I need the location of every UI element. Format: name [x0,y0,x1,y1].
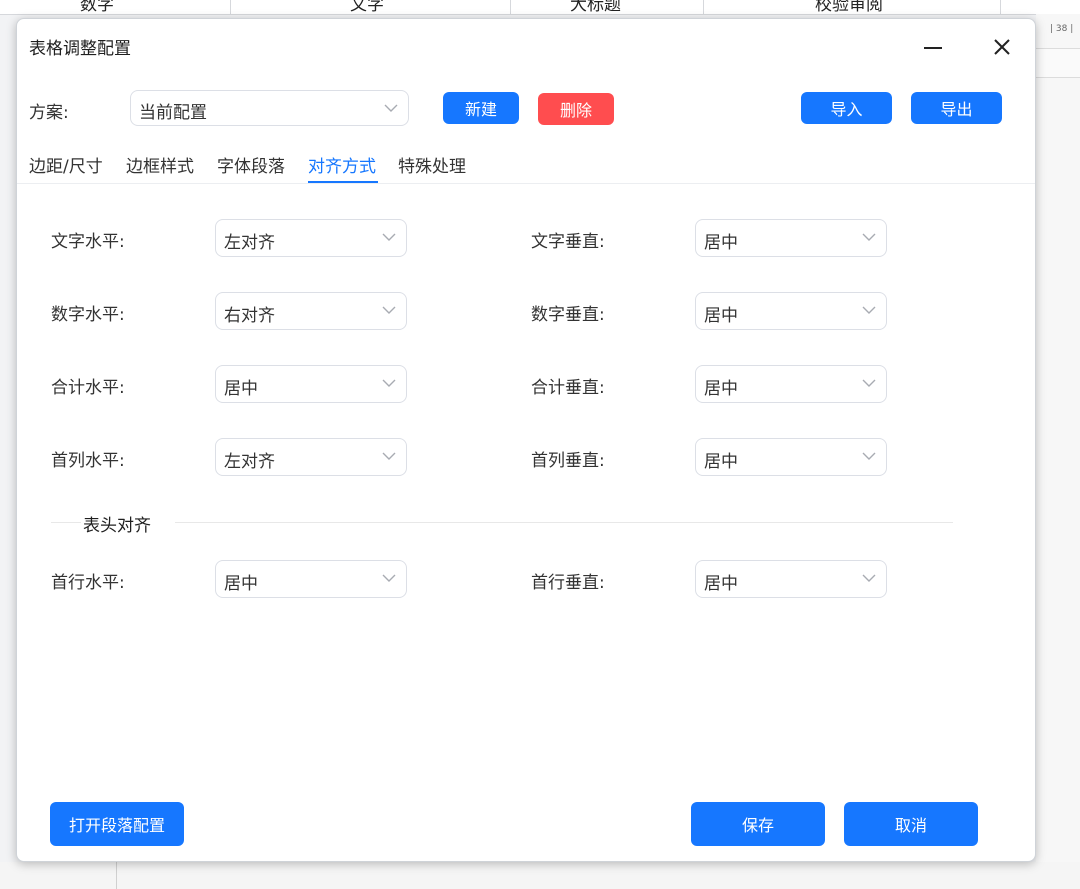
chevron-down-icon [382,452,396,460]
first-column-vertical-label: 首列垂直: [531,451,605,471]
total-horizontal-label: 合计水平: [51,378,125,398]
tab-special-handling[interactable]: 特殊处理 [398,152,466,177]
first-row-vertical-select[interactable]: 居中 [695,560,887,598]
number-vertical-value: 居中 [704,306,738,326]
scheme-label: 方案: [29,103,69,123]
first-column-horizontal-value: 左对齐 [224,452,275,472]
close-button[interactable] [988,33,1016,61]
close-icon [994,39,1010,55]
text-horizontal-label: 文字水平: [51,232,125,252]
tab-font-paragraph[interactable]: 字体段落 [217,152,285,177]
header-alignment-section-title: 表头对齐 [83,516,151,536]
section-divider [51,522,81,523]
total-horizontal-value: 居中 [224,379,258,399]
number-horizontal-select[interactable]: 右对齐 [215,292,407,330]
first-row-vertical-value: 居中 [704,574,738,594]
number-vertical-label: 数字垂直: [531,305,605,325]
chevron-down-icon [862,574,876,582]
minimize-icon [924,47,942,49]
number-horizontal-value: 右对齐 [224,306,275,326]
text-horizontal-value: 左对齐 [224,233,275,253]
tabs-divider [17,183,1035,184]
first-row-horizontal-value: 居中 [224,574,258,594]
tab-alignment[interactable]: 对齐方式 [308,152,376,177]
number-vertical-select[interactable]: 居中 [695,292,887,330]
chevron-down-icon [382,233,396,241]
background-table-header: 数字 文字 大标题 校验审阅 [0,0,1080,15]
chevron-down-icon [862,452,876,460]
export-button[interactable]: 导出 [911,92,1002,124]
tab-margin-size[interactable]: 边距/尺寸 [29,152,103,177]
total-horizontal-select[interactable]: 居中 [215,365,407,403]
column-divider [230,0,231,14]
text-vertical-value: 居中 [704,233,738,253]
page-number: | 38 | [1050,24,1074,34]
first-column-horizontal-select[interactable]: 左对齐 [215,438,407,476]
first-column-horizontal-label: 首列水平: [51,451,125,471]
text-horizontal-select[interactable]: 左对齐 [215,219,407,257]
chevron-down-icon [384,104,398,112]
first-row-horizontal-label: 首行水平: [51,573,125,593]
first-column-vertical-value: 居中 [704,452,738,472]
background-document-area [1036,14,1080,889]
column-divider [510,0,511,14]
delete-button[interactable]: 删除 [538,93,614,125]
scheme-select-value: 当前配置 [139,103,207,123]
column-divider [1000,0,1001,14]
cancel-button[interactable]: 取消 [844,802,978,846]
table-config-dialog: 表格调整配置 方案: 当前配置 新建 删除 导入 导出 边距/尺寸 边框样式 字… [16,18,1036,862]
background-document-area [0,862,1080,889]
dialog-title: 表格调整配置 [29,39,131,59]
background-column-header: 文字 [350,0,384,15]
text-vertical-label: 文字垂直: [531,232,605,252]
scheme-select[interactable]: 当前配置 [130,90,409,126]
tab-border-style[interactable]: 边框样式 [126,152,194,177]
chevron-down-icon [382,306,396,314]
chevron-down-icon [862,306,876,314]
number-horizontal-label: 数字水平: [51,305,125,325]
background-column-header: 校验审阅 [815,0,883,15]
first-row-horizontal-select[interactable]: 居中 [215,560,407,598]
chevron-down-icon [382,379,396,387]
chevron-down-icon [382,574,396,582]
minimize-button[interactable] [919,33,947,61]
import-button[interactable]: 导入 [801,92,892,124]
text-vertical-select[interactable]: 居中 [695,219,887,257]
total-vertical-select[interactable]: 居中 [695,365,887,403]
column-divider [703,0,704,14]
first-row-vertical-label: 首行垂直: [531,573,605,593]
background-divider [116,862,117,889]
chevron-down-icon [862,379,876,387]
chevron-down-icon [862,233,876,241]
first-column-vertical-select[interactable]: 居中 [695,438,887,476]
background-column-header: 数字 [80,0,114,15]
new-button[interactable]: 新建 [443,92,519,124]
save-button[interactable]: 保存 [691,802,825,846]
total-vertical-label: 合计垂直: [531,378,605,398]
total-vertical-value: 居中 [704,379,738,399]
section-divider [175,522,953,523]
open-paragraph-config-button[interactable]: 打开段落配置 [50,802,184,846]
background-column-header: 大标题 [570,0,621,15]
background-table-row [1036,48,1080,78]
